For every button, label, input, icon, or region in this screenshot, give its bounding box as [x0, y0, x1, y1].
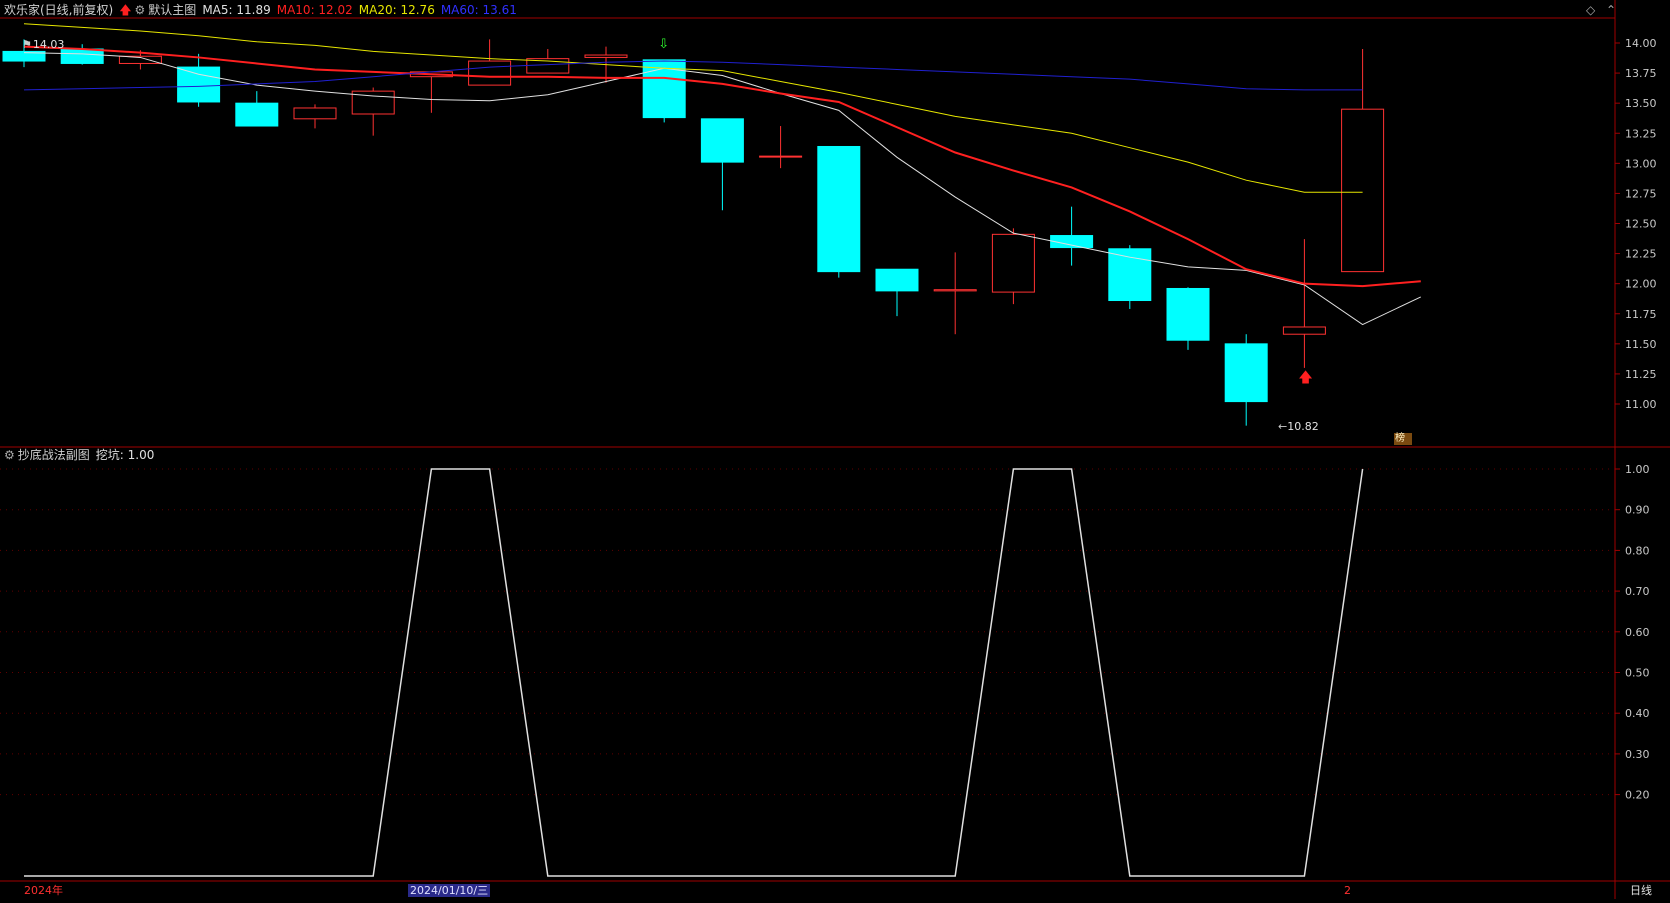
indicator-value: 挖坑: 1.00 [95, 448, 155, 462]
template-name[interactable]: 默认主图 [148, 3, 196, 17]
sub-tick-label: 0.20 [1625, 789, 1650, 802]
high-price-annotation: ⚑14.03 [22, 38, 70, 52]
year-label: 2024年 [24, 884, 63, 897]
price-tick-label: 11.25 [1625, 368, 1657, 381]
date-label[interactable]: 2024/01/10/三 [408, 884, 491, 897]
price-tick-label: 13.75 [1625, 67, 1657, 80]
flag-icon: ⚑ [22, 38, 32, 51]
price-tick-label: 13.50 [1625, 97, 1657, 110]
candle-body-down [1166, 287, 1210, 341]
sub-tick-label: 0.50 [1625, 667, 1650, 680]
indicator-name[interactable]: 抄底战法副图 [18, 448, 90, 462]
candle-body-up [584, 54, 628, 58]
price-tick-label: 13.00 [1625, 157, 1657, 170]
sub-tick-label: 1.00 [1625, 463, 1650, 476]
main-header: 欢乐家(日线,前复权) 🡅 ⚙ 默认主图 MA5: 11.89 MA10: 12.02 MA… [4, 3, 523, 17]
candle-body-down [817, 145, 861, 273]
candle-body-up [293, 107, 337, 120]
candle-body-down [1224, 343, 1268, 403]
low-price-annotation: ←10.82 [1278, 420, 1325, 434]
ma20-label: MA20: 12.76 [358, 3, 435, 17]
sub-tick-label: 0.40 [1625, 707, 1650, 720]
arrow-left-icon: ← [1278, 420, 1288, 433]
candle-body-down [1108, 248, 1152, 302]
high-price-label: 14.03 [32, 38, 65, 51]
price-tick-label: 14.00 [1625, 37, 1657, 50]
price-tick-label: 11.00 [1625, 398, 1657, 411]
price-tick-label: 12.00 [1625, 278, 1657, 291]
stock-title[interactable]: 欢乐家(日线,前复权) [4, 3, 113, 17]
price-tick-label: 11.50 [1625, 338, 1657, 351]
ma60-label: MA60: 13.61 [440, 3, 517, 17]
ma5-label: MA5: 11.89 [202, 3, 271, 17]
buy-signal-icon: 🡅 [1298, 370, 1312, 386]
candle-body-up [759, 155, 803, 158]
ma-line-ma60 [23, 60, 1363, 91]
price-tick-label: 12.50 [1625, 218, 1657, 231]
candle-body-down [700, 118, 744, 163]
marker-label: 2 [1344, 884, 1351, 897]
chart-svg: 11.00 11.25 11.50 11.75 12.00 12.25 12.50 12.75… [0, 0, 1670, 899]
chart-stage: 11.00 11.25 11.50 11.75 12.00 12.25 12.50 12.75… [0, 0, 1670, 899]
candle-body-up [468, 60, 512, 86]
low-price-label: 10.82 [1287, 420, 1319, 433]
sub-tick-label: 0.30 [1625, 748, 1650, 761]
indicator-line [24, 468, 1364, 877]
ma10-label: MA10: 12.02 [276, 3, 353, 17]
gear-icon[interactable]: ⚙ [4, 448, 15, 462]
sub-tick-label: 0.60 [1625, 626, 1650, 639]
period-label[interactable]: 日线 [1630, 884, 1652, 897]
badge-icon[interactable]: 榜 [1394, 433, 1412, 445]
price-tick-label: 12.25 [1625, 248, 1657, 261]
gear-icon[interactable]: ⚙ [135, 3, 146, 17]
candle-body-up [1341, 108, 1385, 273]
up-arrow-icon: 🡅 [119, 3, 132, 17]
candle-body-down [875, 268, 919, 292]
sub-tick-label: 0.70 [1625, 585, 1650, 598]
price-tick-label: 11.75 [1625, 308, 1657, 321]
chevron-up-icon[interactable]: ⌃ [1606, 3, 1616, 17]
ma-line-ma20 [23, 23, 1363, 193]
sub-tick-label: 0.90 [1625, 504, 1650, 517]
candle-body-down [235, 102, 279, 127]
sub-tick-label: 0.80 [1625, 544, 1650, 557]
sub-header: ⚙ 抄底战法副图 挖坑: 1.00 [4, 448, 160, 462]
candle-body-down [1050, 235, 1094, 249]
candle-body-up [991, 233, 1035, 293]
candle-body-up [1282, 326, 1326, 335]
price-tick-label: 13.25 [1625, 127, 1657, 140]
badge-label: 榜 [1395, 433, 1405, 444]
sell-signal-icon: ⇩ [658, 37, 669, 52]
price-tick-label: 12.75 [1625, 187, 1657, 200]
candle-body-down [177, 66, 221, 103]
candle-body-up [933, 289, 977, 292]
diamond-icon[interactable]: ◇ [1586, 3, 1595, 17]
